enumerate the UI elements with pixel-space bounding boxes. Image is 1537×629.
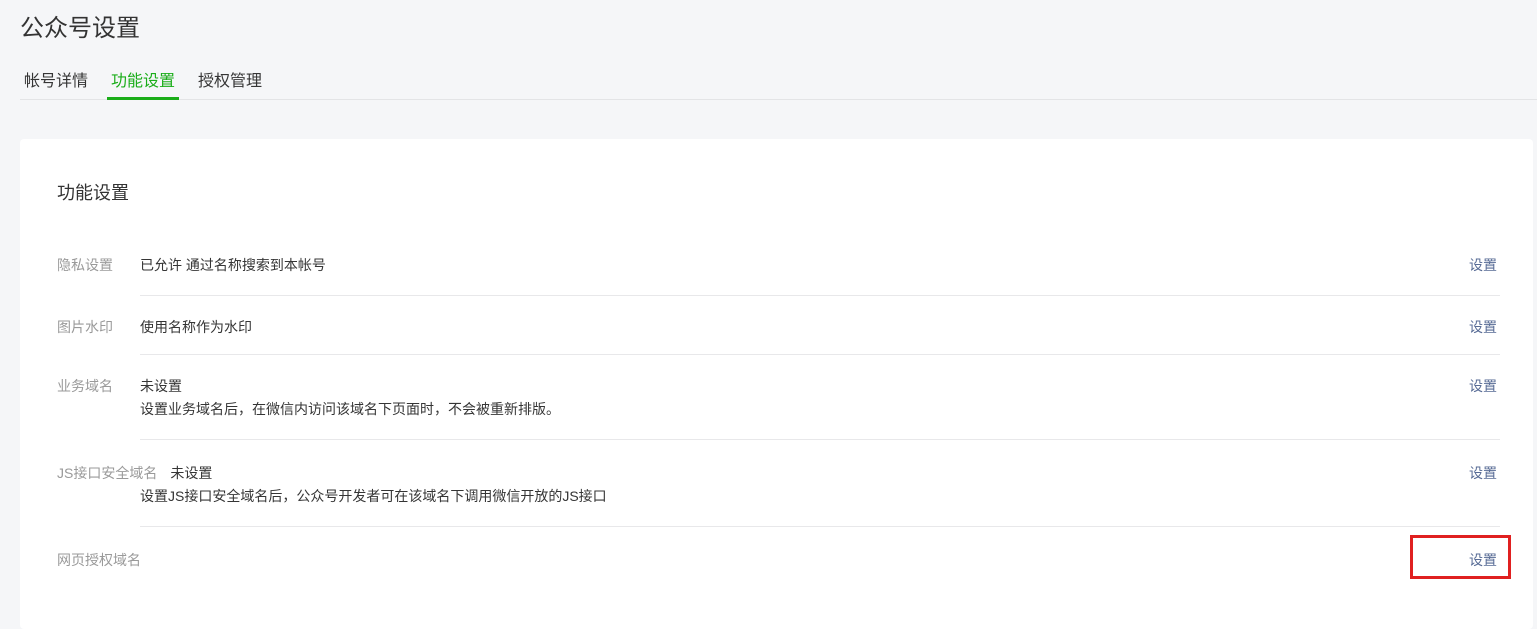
row-content <box>140 550 1497 570</box>
settings-rows: 隐私设置 已允许 通过名称搜索到本帐号 设置 图片水印 使用名称作为水印 设置 <box>20 229 1533 590</box>
row-label: 隐私设置 <box>57 255 126 275</box>
settings-link[interactable]: 设置 <box>1469 376 1497 396</box>
settings-link[interactable]: 设置 <box>1469 550 1497 570</box>
row-content: 使用名称作为水印 <box>140 317 1497 337</box>
settings-row-隐私设置: 隐私设置 已允许 通过名称搜索到本帐号 设置 <box>20 229 1533 295</box>
settings-panel: 功能设置 隐私设置 已允许 通过名称搜索到本帐号 设置 图片水印 使用名称作为水… <box>20 139 1533 629</box>
settings-row-网页授权域名: 网页授权域名 设置 <box>20 526 1533 590</box>
tab-帐号详情[interactable]: 帐号详情 <box>20 72 92 100</box>
tabs-bar: 帐号详情 功能设置 授权管理 <box>20 72 1537 100</box>
row-label: 网页授权域名 <box>57 550 154 570</box>
tab-授权管理[interactable]: 授权管理 <box>194 72 266 100</box>
page: 公众号设置 帐号详情 功能设置 授权管理 功能设置 隐私设置 已允许 通过名称搜… <box>0 0 1537 629</box>
settings-row-图片水印: 图片水印 使用名称作为水印 设置 <box>20 295 1533 354</box>
row-value: 未设置 <box>140 376 1497 396</box>
settings-row-业务域名: 业务域名 未设置 设置业务域名后，在微信内访问该域名下页面时，不会被重新排版。 … <box>20 354 1533 439</box>
page-title: 公众号设置 <box>20 12 1537 45</box>
row-desc: 设置业务域名后，在微信内访问该域名下页面时，不会被重新排版。 <box>140 399 1497 419</box>
row-value: 未设置 <box>140 463 1497 483</box>
tab-label: 帐号详情 <box>24 73 88 90</box>
panel-heading: 功能设置 <box>20 139 1533 206</box>
row-label: 业务域名 <box>57 376 126 396</box>
tab-label: 功能设置 <box>111 73 175 90</box>
row-label: 图片水印 <box>57 317 126 337</box>
row-desc: 设置JS接口安全域名后，公众号开发者可在该域名下调用微信开放的JS接口 <box>140 486 1497 506</box>
settings-link[interactable]: 设置 <box>1469 463 1497 483</box>
row-value: 已允许 通过名称搜索到本帐号 <box>140 255 1497 275</box>
tab-label: 授权管理 <box>198 73 262 90</box>
row-label: JS接口安全域名 <box>57 463 170 483</box>
settings-link[interactable]: 设置 <box>1469 255 1497 275</box>
row-value <box>140 550 1497 570</box>
row-value: 使用名称作为水印 <box>140 317 1497 337</box>
row-content: 已允许 通过名称搜索到本帐号 <box>140 255 1497 275</box>
settings-link[interactable]: 设置 <box>1469 317 1497 337</box>
row-content: 未设置 设置业务域名后，在微信内访问该域名下页面时，不会被重新排版。 <box>140 376 1497 419</box>
settings-row-JS接口安全域名: JS接口安全域名 未设置 设置JS接口安全域名后，公众号开发者可在该域名下调用微… <box>20 439 1533 526</box>
tab-功能设置[interactable]: 功能设置 <box>107 72 179 100</box>
row-content: 未设置 设置JS接口安全域名后，公众号开发者可在该域名下调用微信开放的JS接口 <box>140 463 1497 506</box>
